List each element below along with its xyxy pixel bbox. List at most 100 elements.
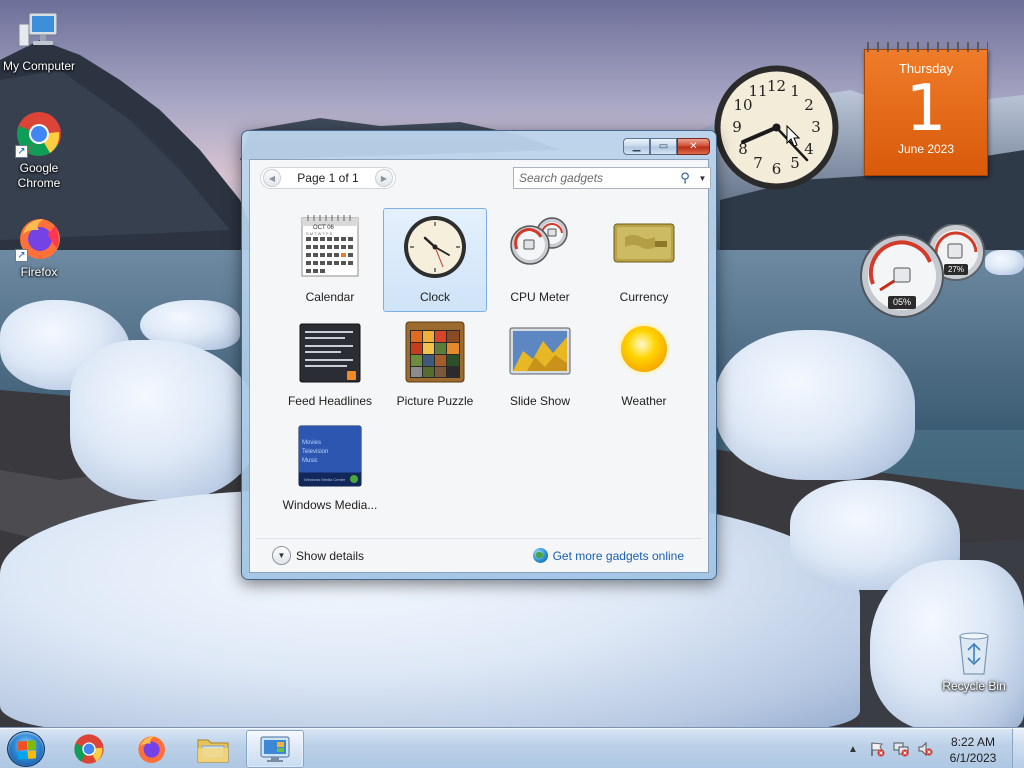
- show-desktop-button[interactable]: [1012, 729, 1024, 768]
- desktop-icon-firefox[interactable]: ↗ Firefox: [1, 214, 77, 280]
- globe-icon: [532, 548, 548, 563]
- desktop-icon-my-computer[interactable]: My Computer: [1, 8, 77, 74]
- gadget-tile-weather[interactable]: Weather: [592, 312, 696, 416]
- firefox-icon: ↗: [15, 214, 63, 262]
- show-hidden-icons-button[interactable]: ▲: [845, 741, 861, 757]
- clock-date: 6/1/2023: [949, 751, 997, 765]
- svg-text:2: 2: [804, 96, 814, 114]
- desktop-icon-recycle-bin[interactable]: Recycle Bin: [936, 630, 1012, 694]
- svg-text:6: 6: [772, 160, 782, 178]
- memory-usage-value: 27%: [944, 264, 968, 275]
- calendar-page: Thursday 1 June 2023: [864, 49, 988, 176]
- ice-chunk: [715, 330, 915, 480]
- page-label: Page 1 of 1: [297, 171, 359, 185]
- gadget-tile-feed-headlines[interactable]: Feed Headlines: [278, 312, 382, 416]
- get-more-gadgets-link[interactable]: Get more gadgets online: [532, 548, 684, 563]
- svg-text:3: 3: [811, 118, 821, 136]
- currency-gadget-icon: [613, 223, 675, 266]
- action-center-flag-icon[interactable]: [869, 741, 885, 757]
- gadget-tile-clock[interactable]: Clock: [383, 208, 487, 312]
- desktop-icon-google-chrome[interactable]: ↗ Google Chrome: [1, 110, 77, 191]
- svg-text:5: 5: [790, 154, 800, 172]
- gadget-tile-calendar[interactable]: OCT 06 S M T W T F S Calendar: [278, 208, 382, 312]
- gadget-label: Currency: [619, 290, 669, 304]
- show-details-toggle[interactable]: ▼ Show details: [272, 546, 364, 565]
- svg-text:7: 7: [753, 154, 763, 172]
- chevron-down-icon[interactable]: ▼: [694, 173, 710, 183]
- page-navigator: ◀ Page 1 of 1 ▶: [260, 167, 396, 189]
- gadget-gallery-window: ▁ ▭ ✕ ◀ Page 1 of 1 ▶ Search gadgets ⚲ ▼: [241, 130, 717, 580]
- gadget-tile-windows-media-center[interactable]: Movies Television Music Windows Media Ce…: [278, 416, 382, 520]
- svg-text:9: 9: [732, 118, 742, 136]
- mouse-cursor-icon: [786, 124, 801, 150]
- weather-gadget-icon: [616, 321, 672, 380]
- gadget-tile-picture-puzzle[interactable]: Picture Puzzle: [383, 312, 487, 416]
- gadget-label: Calendar: [305, 290, 355, 304]
- gadgets-icon: [260, 736, 290, 762]
- previous-page-button[interactable]: ◀: [263, 169, 281, 187]
- taskbar-chrome[interactable]: [60, 730, 118, 768]
- gadget-tile-currency[interactable]: Currency: [592, 208, 696, 312]
- volume-muted-icon[interactable]: [917, 741, 933, 757]
- recycle-bin-icon: [954, 630, 994, 676]
- taskbar-firefox[interactable]: [122, 730, 180, 768]
- calendar-thumb-days: S M T W T F S: [306, 231, 333, 236]
- desktop-calendar-gadget[interactable]: Thursday 1 June 2023: [862, 42, 988, 176]
- footer-divider: [256, 538, 702, 539]
- cpu-meter-gadget-icon: [508, 215, 572, 268]
- close-button[interactable]: ✕: [677, 138, 710, 155]
- desktop-icon-label: Google Chrome: [17, 161, 61, 190]
- taskbar-gadgets[interactable]: [246, 730, 304, 768]
- feed-headlines-gadget-icon: [299, 323, 361, 386]
- desktop-icon-label: My Computer: [2, 59, 76, 73]
- media-thumb-item: Music: [302, 458, 318, 464]
- next-page-button[interactable]: ▶: [374, 169, 393, 187]
- minimize-button[interactable]: ▁: [623, 138, 650, 155]
- gadget-tile-cpu-meter[interactable]: CPU Meter: [488, 208, 592, 312]
- cpu-usage-value: 05%: [888, 296, 916, 309]
- calendar-rings: [862, 42, 988, 52]
- maximize-button[interactable]: ▭: [650, 138, 677, 155]
- desktop-clock-gadget[interactable]: 12 1 2 345 678 9 10 11: [713, 64, 840, 191]
- get-more-gadgets-label: Get more gadgets online: [552, 548, 684, 563]
- desktop-cpu-meter-gadget[interactable]: 05% 27%: [860, 224, 986, 318]
- taskbar-windows-explorer[interactable]: [184, 730, 242, 768]
- start-button[interactable]: [7, 731, 45, 767]
- computer-icon: [15, 8, 63, 56]
- gallery-content: ◀ Page 1 of 1 ▶ Search gadgets ⚲ ▼ OCT 0…: [249, 159, 711, 573]
- search-gadgets-box[interactable]: Search gadgets ⚲ ▼: [513, 167, 711, 189]
- search-icon[interactable]: ⚲: [676, 170, 694, 186]
- gadget-label: Windows Media...: [282, 498, 378, 512]
- gadget-label: Feed Headlines: [287, 394, 373, 408]
- system-tray: ▲: [845, 729, 933, 768]
- show-details-label: Show details: [296, 548, 365, 563]
- explorer-folder-icon: [197, 739, 229, 763]
- gadget-label: Clock: [419, 290, 450, 304]
- chrome-icon: [74, 734, 104, 764]
- calendar-day-number: 1: [905, 72, 947, 146]
- svg-text:4: 4: [804, 140, 814, 158]
- search-input[interactable]: Search gadgets: [514, 171, 676, 185]
- desktop-icon-label: Firefox: [20, 265, 58, 279]
- chevron-left-icon: ◀: [268, 173, 276, 183]
- taskbar-clock[interactable]: 8:22 AM 6/1/2023: [940, 734, 1006, 766]
- ice-chunk: [985, 250, 1024, 275]
- calendar-month-year: June 2023: [897, 142, 955, 156]
- taskbar: ▲ 8:22 AM 6/1/2023: [0, 728, 1024, 768]
- clock-gadget-icon: [403, 215, 467, 282]
- desktop-icon-label: Recycle Bin: [942, 679, 1006, 693]
- gadget-label: Slide Show: [509, 394, 571, 408]
- windows-logo-icon: [18, 740, 36, 760]
- window-controls: ▁ ▭ ✕: [623, 138, 710, 155]
- clock-time: 8:22 AM: [950, 735, 996, 749]
- firefox-icon: [138, 736, 165, 763]
- media-thumb-item: Movies: [302, 440, 322, 446]
- network-icon[interactable]: [893, 741, 909, 757]
- gadget-label: Picture Puzzle: [396, 394, 474, 408]
- svg-text:1: 1: [790, 82, 800, 100]
- svg-text:12: 12: [767, 77, 786, 95]
- gadget-tile-slide-show[interactable]: Slide Show: [488, 312, 592, 416]
- gadget-label: CPU Meter: [510, 290, 570, 304]
- chevron-down-icon[interactable]: ▼: [272, 546, 291, 565]
- chrome-icon: ↗: [15, 110, 63, 158]
